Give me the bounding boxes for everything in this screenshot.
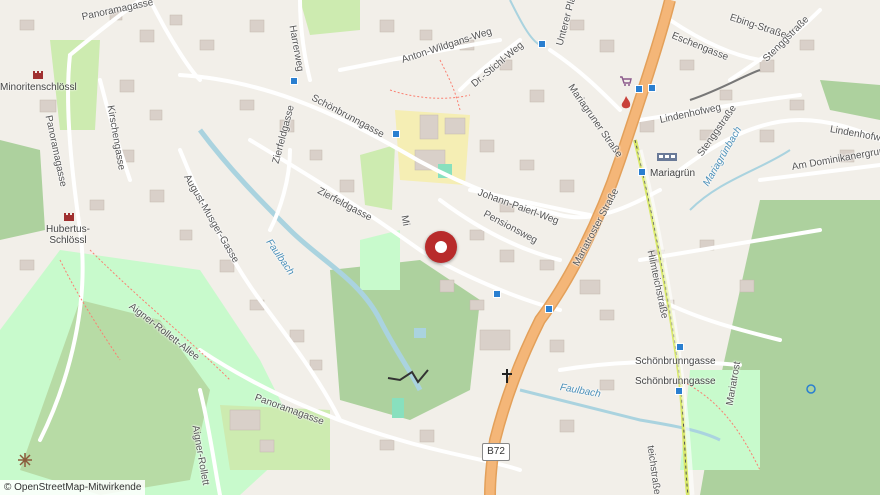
map-attribution[interactable]: © OpenStreetMap-Mitwirkende — [0, 480, 146, 495]
road-top-left — [148, 0, 202, 82]
place-label-schoenbrunngasse-stop: Schönbrunngasse — [635, 376, 716, 387]
bus-stop-icon[interactable] — [493, 290, 501, 298]
church-cross-icon[interactable] — [501, 369, 513, 383]
sports-field-2 — [392, 398, 404, 418]
bus-stop-icon[interactable] — [290, 77, 298, 85]
meadow-top — [300, 0, 360, 35]
bus-stop-icon[interactable] — [676, 343, 684, 351]
forest-top-right — [820, 80, 880, 120]
forest-area-left — [0, 140, 45, 240]
green-patch — [360, 145, 395, 210]
place-label-schoenbrunngasse-stop: Schönbrunngasse — [635, 356, 716, 367]
pond — [414, 328, 426, 338]
castle-icon[interactable] — [63, 210, 75, 222]
viewpoint-icon[interactable] — [18, 453, 32, 467]
street-label: Mi — [398, 214, 412, 227]
train-station-icon[interactable] — [656, 152, 678, 164]
place-label-hubertus: Hubertus- Schlössl — [46, 224, 90, 246]
place-label-minoritenschloessl: Minoritenschlössl — [0, 82, 77, 93]
map-view[interactable]: Minoritenschlössl Hubertus- Schlössl Mar… — [0, 0, 880, 495]
bus-stop-icon[interactable] — [648, 84, 656, 92]
viewpoint-icon[interactable] — [806, 384, 816, 394]
place-label-mariagrun: Mariagrün — [650, 168, 696, 179]
path-top — [439, 59, 461, 111]
route-shield: B72 — [482, 443, 510, 461]
bus-stop-icon[interactable] — [545, 305, 553, 313]
bus-stop-icon[interactable] — [675, 387, 683, 395]
park-center — [360, 230, 400, 290]
path-school — [389, 89, 471, 99]
castle-icon[interactable] — [32, 68, 44, 80]
bus-stop-icon[interactable] — [392, 130, 400, 138]
shopping-cart-icon[interactable] — [620, 76, 632, 86]
bus-stop-icon[interactable] — [638, 168, 646, 176]
stream-top — [509, 0, 541, 46]
fire-station-icon[interactable] — [620, 96, 632, 110]
place-label-hubertus-text: Hubertus- Schlössl — [46, 224, 90, 246]
bus-stop-icon[interactable] — [635, 85, 643, 93]
bus-stop-icon[interactable] — [538, 40, 546, 48]
location-marker-icon[interactable] — [425, 231, 457, 263]
